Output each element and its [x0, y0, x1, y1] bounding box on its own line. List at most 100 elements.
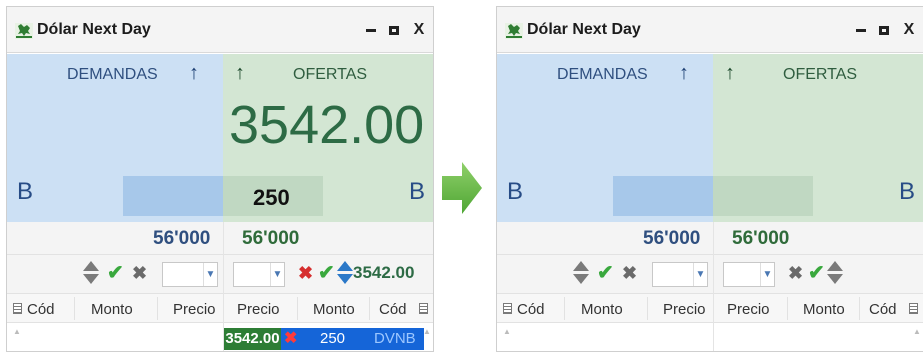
close-button[interactable]: X	[901, 21, 917, 39]
dropdown-icon[interactable]: ▼	[203, 263, 217, 286]
maximize-icon	[389, 26, 399, 35]
updown-icon[interactable]	[83, 260, 99, 286]
header-separator	[369, 297, 370, 320]
title-bar[interactable]: Dólar Next Day X	[497, 7, 923, 53]
column-divider	[713, 222, 714, 351]
dropdown-icon[interactable]: ▼	[270, 263, 284, 286]
app-logo-icon	[505, 23, 523, 39]
minimize-icon	[856, 29, 866, 32]
flow-arrow-icon	[442, 162, 482, 214]
totals-row: 56'000 56'000	[497, 222, 923, 255]
b-label-offer: B	[408, 178, 425, 205]
header-precio-offer[interactable]: Precio	[237, 301, 280, 318]
header-separator	[647, 297, 648, 320]
check-icon[interactable]: ✔	[597, 261, 614, 285]
table-row[interactable]: 3542.00 ✖ 250 DVNB	[224, 328, 424, 350]
title-bar[interactable]: Dólar Next Day X	[7, 7, 433, 53]
updown-icon[interactable]	[827, 260, 843, 286]
scroll-up-icon[interactable]: ▲	[13, 327, 21, 336]
header-separator	[157, 297, 158, 320]
header-monto-demand[interactable]: Monto	[91, 301, 133, 318]
check-icon[interactable]: ✔	[318, 261, 335, 285]
demands-label: DEMANDAS	[67, 66, 158, 83]
cross-icon[interactable]: ✖	[622, 261, 637, 285]
updown-icon[interactable]	[573, 260, 589, 286]
offer-price-combo[interactable]: ▼	[723, 262, 775, 287]
order-code-cell: DVNB	[374, 330, 416, 347]
offer-quantity-bar	[713, 176, 813, 216]
order-book-window-before: Dólar Next Day X DEMANDAS ↑ B ↑ OFERTAS …	[6, 6, 434, 352]
demand-price-combo[interactable]: ▼	[162, 262, 218, 287]
column-menu-icon[interactable]	[13, 303, 22, 314]
offer-price-combo[interactable]: ▼	[233, 262, 285, 287]
header-cod-offer[interactable]: Cód	[379, 301, 407, 318]
total-offer: 56'000	[242, 228, 300, 249]
header-monto-offer[interactable]: Monto	[803, 301, 845, 318]
offers-label: OFERTAS	[293, 66, 368, 83]
offer-side: ↑ OFERTAS B	[713, 54, 923, 222]
header-separator	[787, 297, 788, 320]
totals-row: 56'000 56'000	[7, 222, 433, 255]
minimize-icon	[366, 29, 376, 32]
maximize-icon	[879, 26, 889, 35]
column-menu-icon[interactable]	[419, 303, 428, 314]
arrow-up-icon[interactable]: ↑	[679, 62, 689, 85]
header-separator	[564, 297, 565, 320]
order-book: DEMANDAS ↑ B ↑ OFERTAS B	[497, 54, 923, 222]
demands-label: DEMANDAS	[557, 66, 648, 83]
column-divider	[223, 222, 224, 351]
scroll-up-icon[interactable]: ▲	[913, 327, 921, 336]
updown-icon[interactable]	[337, 260, 353, 286]
arrow-up-icon[interactable]: ↑	[235, 62, 245, 85]
maximize-button[interactable]	[386, 21, 402, 39]
header-separator	[859, 297, 860, 320]
column-menu-icon[interactable]	[909, 303, 918, 314]
demand-quantity-bar	[123, 176, 223, 216]
header-monto-demand[interactable]: Monto	[581, 301, 623, 318]
dropdown-icon[interactable]: ▼	[760, 263, 774, 286]
header-cod-offer[interactable]: Cód	[869, 301, 897, 318]
cross-icon[interactable]: ✖	[298, 261, 313, 285]
minimize-button[interactable]	[853, 21, 869, 39]
maximize-button[interactable]	[876, 21, 892, 39]
best-offer-quantity: 250	[253, 185, 290, 210]
b-label-demand: B	[507, 178, 524, 205]
column-menu-icon[interactable]	[503, 303, 512, 314]
arrow-up-icon[interactable]: ↑	[189, 62, 199, 85]
demand-price-combo[interactable]: ▼	[652, 262, 708, 287]
order-price-cell: 3542.00	[224, 328, 281, 350]
cancel-order-icon[interactable]: ✖	[284, 328, 297, 350]
order-book-window-after: Dólar Next Day X DEMANDAS ↑ B ↑ OFERTAS …	[496, 6, 923, 352]
offers-label: OFERTAS	[783, 66, 858, 83]
best-offer-price[interactable]: 3542.00	[229, 94, 424, 156]
order-controls: ✔ ✖ ▼ ▼ ✖ ✔ 3542.00	[7, 255, 433, 293]
offer-side: ↑ OFERTAS 3542.00 250 B	[223, 54, 433, 222]
order-rows: ▲ 3542.00 ✖ 250 DVNB ▲	[7, 323, 433, 351]
header-monto-offer[interactable]: Monto	[313, 301, 355, 318]
dropdown-icon[interactable]: ▼	[693, 263, 707, 286]
demand-side: DEMANDAS ↑ B	[497, 54, 713, 222]
cross-icon[interactable]: ✖	[788, 261, 803, 285]
window-title: Dólar Next Day	[527, 21, 641, 38]
close-button[interactable]: X	[411, 21, 427, 39]
total-demand: 56'000	[643, 228, 701, 249]
header-precio-demand[interactable]: Precio	[173, 301, 216, 318]
scroll-up-icon[interactable]: ▲	[503, 327, 511, 336]
header-cod-demand[interactable]: Cód	[517, 301, 545, 318]
arrow-up-icon[interactable]: ↑	[725, 62, 735, 85]
header-precio-demand[interactable]: Precio	[663, 301, 706, 318]
order-qty-cell: 250	[320, 330, 346, 347]
scroll-up-icon[interactable]: ▲	[423, 327, 431, 336]
b-label-offer: B	[898, 178, 915, 205]
total-offer: 56'000	[732, 228, 790, 249]
b-label-demand: B	[17, 178, 34, 205]
minimize-button[interactable]	[363, 21, 379, 39]
header-separator	[74, 297, 75, 320]
cross-icon[interactable]: ✖	[132, 261, 147, 285]
header-precio-offer[interactable]: Precio	[727, 301, 770, 318]
header-separator	[297, 297, 298, 320]
check-icon[interactable]: ✔	[808, 261, 825, 285]
header-cod-demand[interactable]: Cód	[27, 301, 55, 318]
check-icon[interactable]: ✔	[107, 261, 124, 285]
order-controls: ✔ ✖ ▼ ▼ ✖ ✔	[497, 255, 923, 293]
